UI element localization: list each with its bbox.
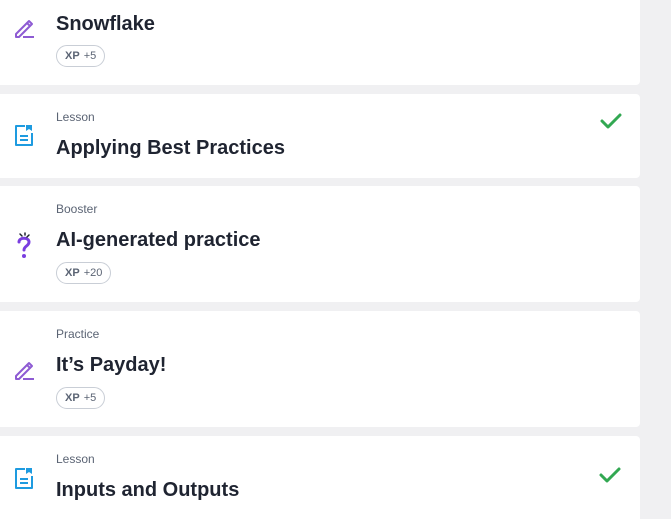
xp-value: +20 [83, 267, 103, 279]
xp-value: +5 [83, 50, 97, 62]
course-item-inputs-and-outputs[interactable]: Lesson Inputs and Outputs [0, 436, 640, 519]
course-item-snowflake[interactable]: Snowflake XP +5 [0, 0, 640, 85]
xp-badge: XP +20 [56, 262, 112, 284]
lesson-doc-icon [12, 466, 36, 490]
item-title: Snowflake [56, 13, 155, 35]
item-title: Applying Best Practices [56, 137, 285, 159]
check-icon [599, 109, 623, 133]
xp-badge: XP +5 [56, 387, 106, 409]
item-title: It’s Payday! [56, 354, 167, 376]
xp-label: XP [65, 267, 80, 279]
item-type: Practice [56, 327, 100, 341]
xp-label: XP [65, 50, 80, 62]
pencil-icon [12, 358, 36, 382]
lesson-doc-icon [12, 123, 36, 147]
question-sparkle-icon [12, 232, 36, 258]
item-title: Inputs and Outputs [56, 479, 240, 501]
course-item-its-payday[interactable]: Practice It’s Payday! XP +5 [0, 311, 640, 427]
check-icon [598, 463, 622, 487]
course-item-applying-best-practices[interactable]: Lesson Applying Best Practices [0, 94, 640, 178]
item-title: AI-generated practice [56, 229, 261, 251]
course-item-ai-generated-practice[interactable]: Booster AI-generated practice XP +20 [0, 186, 640, 302]
item-type: Lesson [56, 452, 95, 466]
xp-badge: XP +5 [56, 45, 106, 67]
item-type: Booster [56, 202, 98, 216]
pencil-icon [12, 16, 36, 40]
xp-value: +5 [83, 392, 97, 404]
xp-label: XP [65, 392, 80, 404]
item-type: Lesson [56, 110, 95, 124]
